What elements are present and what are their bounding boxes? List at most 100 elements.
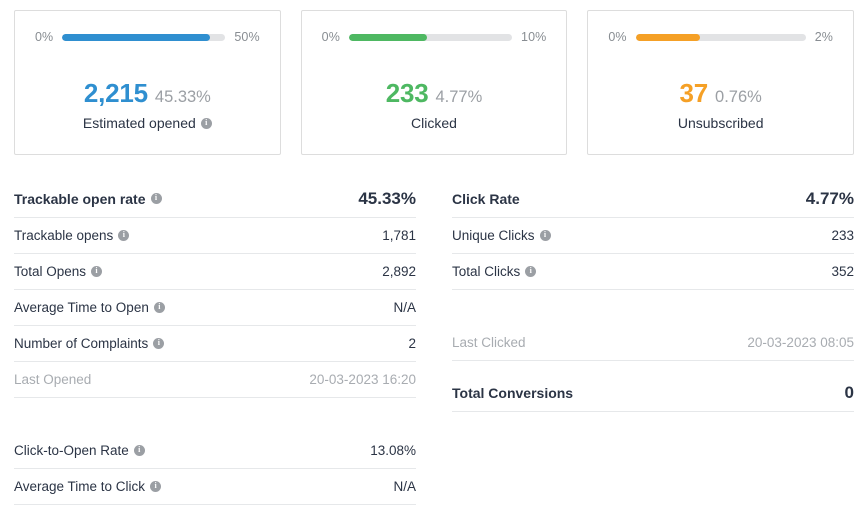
row-label: Last Opened [14, 372, 91, 387]
card-label: Unsubscribed [588, 115, 853, 131]
campaign-statistics-page: 0% 50% 2,215 45.33% Estimated opened i 0% 10% 23… [0, 0, 868, 514]
row-label-text: Click-to-Open Rate [14, 443, 129, 458]
table-row: Last Opened 20-03-2023 16:20 [14, 362, 416, 398]
card-label-text: Clicked [411, 115, 457, 131]
click-rate-table: Click Rate 4.77% Unique Clicks i 233 Total Cl… [452, 180, 854, 361]
row-label: Trackable opens i [14, 228, 130, 243]
row-label: Unique Clicks i [452, 228, 551, 243]
progress-row: 0% 2% [588, 11, 853, 44]
card-figures: 2,215 45.33% [15, 78, 280, 109]
open-metrics-column: Trackable open rate i 45.33% Trackable open… [14, 180, 416, 505]
table-row: Average Time to Click i N/A [14, 469, 416, 505]
row-label-text: Number of Complaints [14, 336, 149, 351]
card-percent: 4.77% [435, 88, 483, 106]
row-label-text: Average Time to Open [14, 300, 149, 315]
row-label: Average Time to Open i [14, 300, 165, 315]
row-gap [452, 290, 854, 325]
row-label-text: Click Rate [452, 190, 520, 207]
row-label: Click-to-Open Rate i [14, 443, 145, 458]
info-icon[interactable]: i [200, 117, 212, 129]
bar-min-label: 0% [35, 30, 54, 44]
info-icon[interactable]: i [525, 266, 537, 277]
table-header-row: Trackable open rate i 45.33% [14, 180, 416, 218]
card-count: 2,215 [83, 78, 148, 108]
table-row: Number of Complaints i 2 [14, 326, 416, 362]
row-label-text: Last Opened [14, 372, 92, 387]
table-header-row: Total Conversions 0 [452, 374, 854, 412]
progress-bar-track [62, 33, 226, 41]
info-icon[interactable]: i [150, 481, 162, 492]
info-icon[interactable]: i [118, 230, 130, 241]
card-label-text: Unsubscribed [677, 115, 764, 131]
row-label: Average Time to Click i [14, 479, 162, 494]
bar-max-label: 50% [234, 30, 260, 44]
stat-card-estimated-opened: 0% 50% 2,215 45.33% Estimated opened i [14, 10, 281, 155]
progress-row: 0% 10% [302, 11, 567, 44]
row-value: 13.08% [370, 443, 416, 458]
table-row: Average Time to Open i N/A [14, 290, 416, 326]
card-body: 233 4.77% Clicked [302, 78, 567, 154]
trackable-open-rate-table: Trackable open rate i 45.33% Trackable open… [14, 180, 416, 398]
row-label-text: Last Clicked [452, 335, 526, 350]
stat-card-unsubscribed: 0% 2% 37 0.76% Unsubscribed [587, 10, 855, 155]
row-value: 45.33% [358, 188, 416, 208]
progress-bar-fill [348, 33, 427, 41]
bar-max-label: 2% [814, 30, 834, 44]
progress-bar-fill [635, 33, 701, 41]
table-gap [14, 398, 416, 433]
info-icon[interactable]: i [91, 266, 103, 277]
card-body: 37 0.76% Unsubscribed [588, 78, 853, 154]
card-label: Estimated opened i [15, 115, 280, 131]
row-value: 0 [844, 382, 854, 402]
table-row: Total Opens i 2,892 [14, 254, 416, 290]
row-value: 1,781 [382, 228, 416, 243]
table-row: Click-to-Open Rate i 13.08% [14, 433, 416, 469]
metrics-tables: Trackable open rate i 45.33% Trackable open… [0, 180, 868, 505]
click-metrics-column: Click Rate 4.77% Unique Clicks i 233 Total Cl… [452, 180, 854, 505]
row-value: N/A [393, 479, 416, 494]
row-label: Total Opens i [14, 264, 103, 279]
card-label: Clicked [302, 115, 567, 131]
info-icon[interactable]: i [153, 302, 165, 313]
table-row: Last Clicked 20-03-2023 08:05 [452, 325, 854, 361]
row-value: 2,892 [382, 264, 416, 279]
row-value: 352 [831, 264, 854, 279]
progress-row: 0% 50% [15, 11, 280, 44]
info-icon[interactable]: i [539, 230, 551, 241]
row-label: Last Clicked [452, 335, 526, 350]
card-percent: 45.33% [154, 88, 211, 106]
click-to-open-table: Click-to-Open Rate i 13.08% Average Time to… [14, 433, 416, 505]
table-row: Total Clicks i 352 [452, 254, 854, 290]
bar-min-label: 0% [321, 30, 340, 44]
table-row: Unique Clicks i 233 [452, 218, 854, 254]
card-count: 233 [385, 78, 429, 108]
total-conversions-table: Total Conversions 0 [452, 374, 854, 412]
row-value: 20-03-2023 16:20 [309, 372, 416, 387]
card-percent: 0.76% [715, 88, 762, 106]
row-label-text: Trackable open rate [14, 190, 146, 207]
row-label-text: Unique Clicks [452, 228, 535, 243]
table-header-row: Click Rate 4.77% [452, 180, 854, 218]
row-label: Total Conversions [452, 385, 573, 401]
row-label-text: Total Clicks [452, 264, 521, 279]
card-figures: 37 0.76% [588, 78, 853, 109]
row-label: Click Rate [452, 191, 520, 207]
info-icon[interactable]: i [150, 193, 162, 204]
stat-card-row: 0% 50% 2,215 45.33% Estimated opened i 0% 10% 23… [0, 0, 868, 155]
row-value: 233 [831, 228, 854, 243]
progress-bar-fill [62, 33, 211, 41]
info-icon[interactable]: i [153, 338, 165, 349]
bar-min-label: 0% [608, 30, 627, 44]
row-value: N/A [393, 300, 416, 315]
row-value: 20-03-2023 08:05 [747, 335, 854, 350]
row-value: 2 [408, 336, 416, 351]
progress-bar-track [635, 33, 806, 41]
row-label: Total Clicks i [452, 264, 537, 279]
row-label: Number of Complaints i [14, 336, 165, 351]
bar-max-label: 10% [521, 30, 547, 44]
info-icon[interactable]: i [133, 445, 145, 456]
table-row: Trackable opens i 1,781 [14, 218, 416, 254]
row-value: 4.77% [805, 188, 854, 208]
row-label: Trackable open rate i [14, 191, 162, 207]
row-label-text: Total Opens [14, 264, 87, 279]
